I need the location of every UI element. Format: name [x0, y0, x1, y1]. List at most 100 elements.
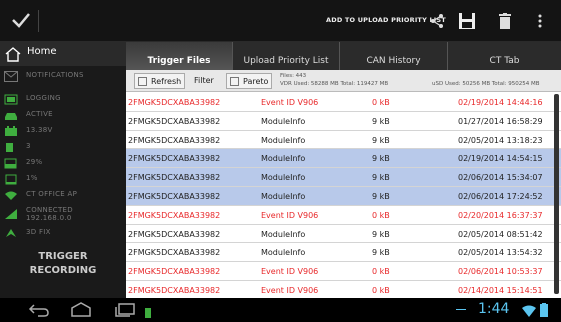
tab-ct-tab[interactable]: CT Tab [448, 42, 561, 70]
table-row[interactable]: 2FMGK5DCXABA33982 ModuleInfo 9 kB 02/05/201… [126, 243, 561, 263]
sidebar-item-label: 3 [26, 142, 31, 150]
signal-level-icon [6, 143, 13, 152]
type-cell: ModuleInfo [261, 173, 306, 183]
type-cell: Event ID V906 [261, 210, 319, 220]
system-nav-bar: 1:44 [0, 298, 561, 322]
size-cell: 0 kB [372, 285, 390, 295]
tab-can-history[interactable]: CAN History [340, 42, 448, 70]
vin-cell: 2FMGK5DCXABA33982 [128, 248, 221, 258]
size-cell: 9 kB [372, 248, 390, 258]
date-cell: 02/05/2014 13:18:23 [458, 135, 543, 145]
share-icon[interactable] [424, 8, 450, 34]
tab-upload-priority-list[interactable]: Upload Priority List [233, 42, 340, 70]
logging-icon [4, 94, 18, 105]
vin-cell: 2FMGK5DCXABA33982 [128, 98, 221, 107]
battery-icon [5, 126, 17, 136]
vdr-usage: VDR Used: 58288 MB Total: 119427 MB [280, 81, 389, 87]
sidebar-item-label: NOTIFICATIONS [26, 71, 84, 79]
table-row[interactable]: 2FMGK5DCXABA33982 Event ID V906 0 kB 02/20/… [126, 206, 561, 225]
sidebar-item-logging: LOGGING [0, 92, 126, 108]
size-cell: 0 kB [372, 210, 390, 220]
sidebar-item-level: 3 [0, 140, 126, 156]
table-row[interactable]: 2FMGK5DCXABA33982 Event ID V906 0 kB 02/14/… [126, 281, 561, 300]
trigger-label: TRIGGER [38, 251, 88, 262]
files-count: Files: 443 [280, 73, 307, 79]
sidebar-item-label: 3D FIX [26, 228, 51, 236]
type-cell: ModuleInfo [261, 248, 306, 258]
size-cell: 9 kB [372, 191, 390, 201]
table-row[interactable]: 2FMGK5DCXABA33982 Event ID V906 0 kB 02/19/… [126, 93, 561, 112]
overflow-menu-icon[interactable] [527, 8, 553, 34]
table-row[interactable]: 2FMGK5DCXABA33982 Event ID V906 0 kB 02/06/… [126, 262, 561, 281]
battery-status-icon [540, 303, 548, 317]
toolbar: Refresh Filter Pareto Files: 443 VDR Use… [126, 70, 561, 92]
back-icon[interactable] [28, 302, 50, 318]
date-cell: 02/05/2014 13:54:32 [458, 248, 543, 258]
vin-cell: 2FMGK5DCXABA33982 [128, 154, 221, 164]
app-notification-icon [145, 308, 151, 318]
sidebar-item-cpu: 1% [0, 172, 126, 188]
vin-cell: 2FMGK5DCXABA33982 [128, 173, 221, 183]
save-icon[interactable] [454, 8, 480, 34]
table-row[interactable]: 2FMGK5DCXABA33982 ModuleInfo 9 kB 02/06/201… [126, 186, 561, 206]
pareto-button[interactable]: Pareto [226, 73, 273, 89]
vin-cell: 2FMGK5DCXABA33982 [128, 191, 221, 201]
delete-icon[interactable] [492, 8, 518, 34]
table-row[interactable]: 2FMGK5DCXABA33982 ModuleInfo 9 kB 01/27/201… [126, 112, 561, 131]
sidebar-item-label: CONNECTED [26, 206, 73, 214]
date-cell: 02/05/2014 08:51:42 [458, 229, 543, 239]
car-icon [5, 113, 17, 120]
wifi-status-icon [522, 305, 536, 317]
refresh-button[interactable]: Refresh [134, 73, 186, 89]
home-button-icon[interactable] [70, 302, 92, 318]
sidebar-item-notifications[interactable]: NOTIFICATIONS [0, 69, 126, 85]
type-cell: ModuleInfo [261, 229, 306, 239]
wifi-icon [5, 191, 17, 200]
check-icon[interactable] [10, 9, 32, 31]
type-cell: ModuleInfo [261, 135, 306, 145]
date-cell: 02/20/2014 16:37:37 [458, 210, 543, 220]
date-cell: 02/19/2014 14:54:15 [458, 154, 543, 164]
size-cell: 9 kB [372, 229, 390, 239]
cell-signal-icon [5, 209, 17, 219]
sidebar-item-label: LOGGING [26, 94, 61, 102]
usd-usage: uSD Used: 50256 MB Total: 950254 MB [432, 81, 540, 87]
scrollbar[interactable] [554, 94, 559, 294]
size-cell: 9 kB [372, 173, 390, 183]
table-row[interactable]: 2FMGK5DCXABA33982 ModuleInfo 9 kB 02/05/201… [126, 225, 561, 244]
refresh-icon [138, 77, 147, 86]
vin-cell: 2FMGK5DCXABA33982 [128, 135, 221, 145]
pareto-label: Pareto [243, 77, 269, 86]
sidebar-item-label: 1% [26, 174, 38, 182]
recording-label: RECORDING [29, 265, 97, 276]
recent-apps-icon[interactable] [114, 302, 136, 318]
table-row[interactable]: 2FMGK5DCXABA33982 ModuleInfo 9 kB 02/19/201… [126, 149, 561, 169]
date-cell: 02/14/2014 15:14:51 [458, 285, 543, 295]
filter-button[interactable]: Filter [194, 73, 214, 89]
vin-cell: 2FMGK5DCXABA33982 [128, 210, 221, 220]
size-cell: 9 kB [372, 116, 390, 126]
trigger-recording-button[interactable]: TRIGGER RECORDING [0, 250, 126, 278]
type-cell: Event ID V906 [261, 285, 319, 295]
table-row[interactable]: 2FMGK5DCXABA33982 ModuleInfo 9 kB 02/05/201… [126, 131, 561, 150]
date-cell: 02/19/2014 14:44:16 [458, 98, 543, 107]
table-row[interactable]: 2FMGK5DCXABA33982 ModuleInfo 9 kB 02/06/201… [126, 168, 561, 187]
home-nav-item[interactable]: Home [0, 42, 126, 66]
vin-cell: 2FMGK5DCXABA33982 [128, 229, 221, 239]
date-cell: 02/06/2014 15:34:07 [458, 173, 543, 183]
size-cell: 0 kB [372, 98, 390, 107]
tab-bar: Trigger Files Upload Priority List CAN H… [126, 42, 561, 70]
sidebar-item-storage: 29% [0, 156, 126, 172]
sidebar-item-wifi: CT OFFICE AP [0, 188, 126, 204]
action-bar: ADD TO UPLOAD PRIORITY LIST [0, 0, 561, 42]
type-cell: ModuleInfo [261, 191, 306, 201]
cpu-icon [5, 174, 17, 185]
date-cell: 02/06/2014 17:24:52 [458, 191, 543, 201]
clock-dash [456, 309, 466, 310]
clock: 1:44 [478, 301, 510, 317]
vin-cell: 2FMGK5DCXABA33982 [128, 267, 221, 277]
date-cell: 01/27/2014 16:58:29 [458, 116, 543, 126]
tab-trigger-files[interactable]: Trigger Files [126, 42, 233, 70]
mail-icon [4, 71, 18, 82]
sidebar: Home NOTIFICATIONS LOGGING ACTIVE 13.38V… [0, 42, 126, 298]
